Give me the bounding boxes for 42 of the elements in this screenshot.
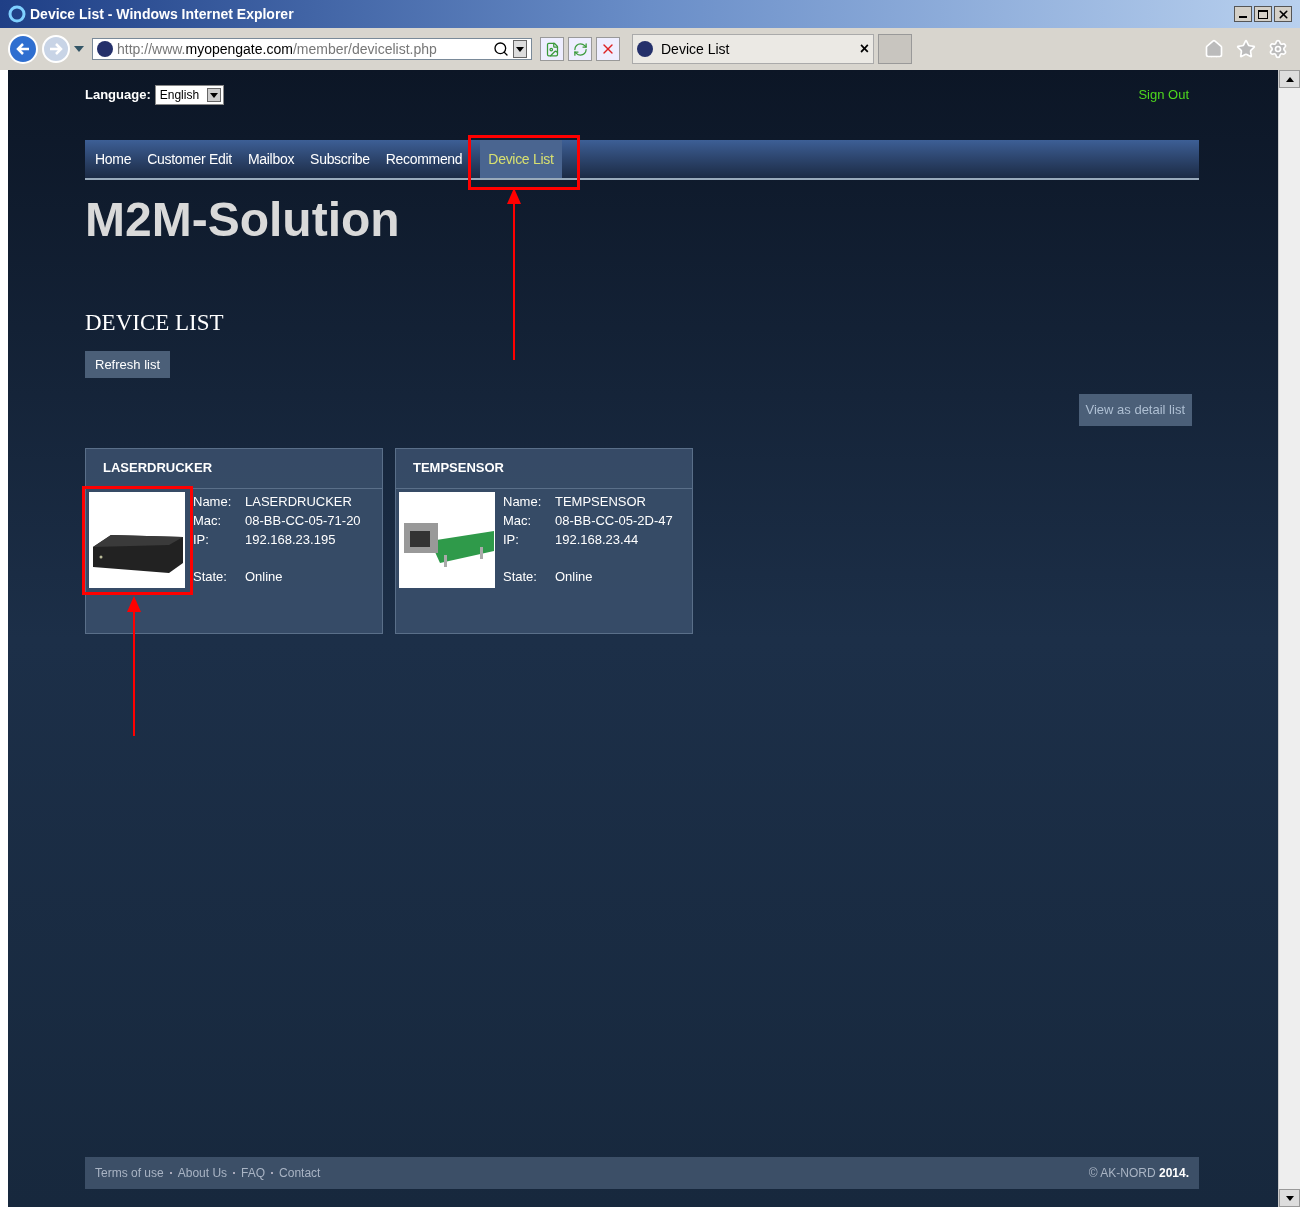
nav-item[interactable]: Mailbox [239, 140, 303, 178]
field-label: IP: [193, 530, 210, 549]
sign-out-link[interactable]: Sign Out [1138, 85, 1189, 105]
footer-link[interactable]: Terms of use [95, 1164, 164, 1182]
page-heading: DEVICE LIST [85, 309, 225, 337]
site-logo: M2M-Solution [85, 196, 401, 244]
field-value: LASERDRUCKER [245, 492, 353, 511]
window-title: Device List - Windows Internet Explorer [30, 4, 294, 24]
field-value: 192.168.23.44 [555, 530, 640, 549]
nav-item[interactable]: Device List [480, 140, 562, 178]
refresh-list-button[interactable]: Refresh list [85, 350, 171, 378]
device-state: Online [555, 567, 594, 586]
field-label: Name: [193, 492, 233, 511]
footer-link[interactable]: About Us [177, 1164, 228, 1182]
field-label: Mac: [193, 511, 223, 530]
field-label: State: [503, 567, 538, 586]
footer-link[interactable]: Contact [279, 1164, 321, 1182]
field-value: TEMPSENSOR [555, 492, 647, 511]
nav-item[interactable]: Subscribe [302, 140, 378, 178]
field-label: Mac: [503, 511, 533, 530]
tab-title: Device List [661, 39, 730, 59]
device-state: Online [245, 567, 284, 586]
device-title: TEMPSENSOR [396, 448, 692, 489]
nav-item[interactable]: Recommend [377, 140, 471, 178]
view-detail-button[interactable]: View as detail list [1078, 394, 1192, 426]
field-label: State: [193, 567, 228, 586]
copyright-text: © AK-NORD 2014. [1088, 1165, 1189, 1182]
footer-link[interactable]: FAQ [241, 1164, 266, 1182]
field-value: 192.168.23.195 [245, 530, 337, 549]
field-label: IP: [503, 530, 520, 549]
tab-close-button[interactable]: × [859, 37, 869, 61]
language-select[interactable]: English [154, 85, 225, 105]
nav-item[interactable]: Home [87, 140, 140, 178]
language-label: Language: [85, 86, 151, 105]
address-url: http://www.myopengate.com/member/devicelist.php [117, 39, 437, 59]
field-value: 08-BB-CC-05-71-20 [245, 511, 361, 530]
field-value: 08-BB-CC-05-2D-47 [555, 511, 673, 530]
field-label: Name: [503, 492, 543, 511]
browser-tab[interactable]: Device List × [632, 34, 874, 64]
nav-item[interactable]: Customer Edit [139, 140, 240, 178]
device-title: LASERDRUCKER [86, 448, 382, 489]
address-bar[interactable]: http://www.myopengate.com/member/devicelist.php [92, 38, 532, 60]
